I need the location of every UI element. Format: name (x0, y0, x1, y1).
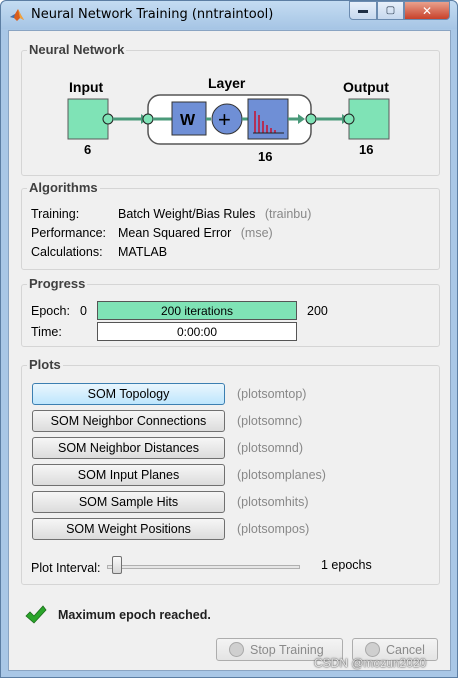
checkmark-icon (25, 605, 47, 624)
som-input-planes-button[interactable]: SOM Input Planes (32, 464, 225, 486)
training-value: Batch Weight/Bias Rules (trainbu) (118, 207, 311, 221)
output-label: Output (343, 79, 389, 95)
plot-interval-value: 1 epochs (321, 558, 372, 572)
layer-size: 16 (258, 149, 272, 164)
client-area: Neural Network Input 6 Layer W + 16 Outp… (8, 30, 451, 671)
cancel-icon (365, 642, 380, 657)
som-topology-cmd: (plotsomtop) (237, 387, 307, 401)
som-neighbor-distances-button[interactable]: SOM Neighbor Distances (32, 437, 225, 459)
input-node (67, 98, 109, 140)
app-window: Neural Network Training (nntraintool) ▬ … (0, 0, 458, 678)
plot-interval-slider-thumb[interactable] (112, 556, 122, 574)
status-message: Maximum epoch reached. (58, 608, 211, 622)
bias-symbol: + (218, 107, 231, 132)
som-sample-hits-label: SOM Sample Hits (78, 495, 179, 509)
layer-in-connector (142, 113, 154, 125)
epoch-progress-text: 200 iterations (160, 303, 234, 318)
output-connector (343, 113, 355, 125)
minimize-icon: ▬ (358, 5, 368, 16)
title-bar[interactable]: Neural Network Training (nntraintool) ▬ … (1, 1, 457, 29)
training-row: Training: Batch Weight/Bias Rules (train… (31, 207, 431, 223)
input-connector (102, 113, 114, 125)
performance-value: Mean Squared Error (mse) (118, 226, 273, 240)
som-input-planes-cmd: (plotsomplanes) (237, 468, 326, 482)
performance-function: (mse) (240, 226, 273, 240)
watermark-text: CSDN @mozun2020 (314, 656, 427, 670)
performance-label: Performance: (31, 226, 107, 240)
algorithms-title: Algorithms (27, 180, 100, 195)
time-label: Time: (31, 325, 62, 339)
input-label: Input (69, 79, 104, 95)
minimize-button[interactable]: ▬ (349, 1, 377, 20)
training-label: Training: (31, 207, 80, 221)
som-topology-button[interactable]: SOM Topology (32, 383, 225, 405)
som-neighbor-distances-cmd: (plotsomnd) (237, 441, 303, 455)
matlab-logo-icon (10, 9, 24, 21)
som-neighbor-connections-cmd: (plotsomnc) (237, 414, 303, 428)
som-neighbor-distances-label: SOM Neighbor Distances (57, 441, 200, 455)
epoch-label: Epoch: (31, 304, 70, 318)
performance-algorithm: Mean Squared Error (118, 226, 232, 240)
weight-symbol: W (180, 112, 196, 129)
cancel-label: Cancel (386, 642, 425, 657)
maximize-icon: ▢ (385, 5, 396, 16)
som-weight-positions-label: SOM Weight Positions (66, 522, 191, 536)
som-weight-positions-button[interactable]: SOM Weight Positions (32, 518, 225, 540)
maximize-button[interactable]: ▢ (377, 1, 404, 20)
training-algorithm: Batch Weight/Bias Rules (118, 207, 256, 221)
progress-title: Progress (27, 276, 88, 291)
output-node (348, 98, 390, 140)
progress-panel: Progress Epoch: 0 200 iterations 200 Tim… (21, 276, 440, 347)
output-size: 16 (359, 142, 373, 157)
calculations-label: Calculations: (31, 245, 103, 259)
plot-interval-slider-track[interactable] (107, 565, 300, 569)
som-neighbor-connections-label: SOM Neighbor Connections (50, 414, 207, 428)
epoch-end: 200 (307, 304, 328, 318)
neural-network-panel: Neural Network Input 6 Layer W + 16 Outp… (21, 42, 440, 176)
time-value: 0:00:00 (176, 324, 218, 339)
som-sample-hits-button[interactable]: SOM Sample Hits (32, 491, 225, 513)
calculations-row: Calculations: MATLAB (31, 245, 431, 261)
som-topology-label: SOM Topology (87, 387, 170, 401)
plots-title: Plots (27, 357, 63, 372)
training-function: (trainbu) (264, 207, 312, 221)
som-sample-hits-cmd: (plotsomhits) (237, 495, 309, 509)
som-input-planes-label: SOM Input Planes (77, 468, 180, 482)
layer-out-connector (305, 113, 317, 125)
epoch-start: 0 (80, 304, 87, 318)
stop-training-label: Stop Training (250, 642, 324, 657)
network-diagram: Input 6 Layer W + 16 Output 16 (67, 75, 390, 164)
close-button[interactable]: ✕ (404, 1, 450, 20)
layer-label: Layer (208, 75, 246, 91)
plots-panel: Plots SOM Topology (plotsomtop) SOM Neig… (21, 357, 440, 585)
plot-interval-label: Plot Interval: (31, 561, 101, 575)
time-field: 0:00:00 (97, 322, 297, 341)
epoch-progress-bar: 200 iterations (97, 301, 297, 320)
som-neighbor-connections-button[interactable]: SOM Neighbor Connections (32, 410, 225, 432)
algorithms-panel: Algorithms Training: Batch Weight/Bias R… (21, 180, 440, 270)
som-weight-positions-cmd: (plotsompos) (237, 522, 310, 536)
calculations-value: MATLAB (118, 245, 168, 259)
performance-row: Performance: Mean Squared Error (mse) (31, 226, 431, 242)
stop-icon (229, 642, 244, 657)
window-title: Neural Network Training (nntraintool) (31, 7, 274, 22)
input-size: 6 (84, 142, 91, 157)
close-icon: ✕ (421, 3, 433, 18)
